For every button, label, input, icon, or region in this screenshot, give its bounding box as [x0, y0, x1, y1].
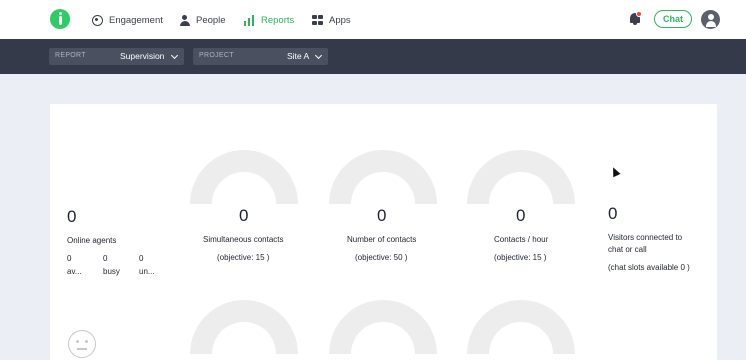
project-select-label: PROJECT	[199, 52, 234, 59]
number-of-contacts-label: Number of contacts	[347, 235, 417, 244]
chat-slots-available: (chat slots available 0 )	[608, 263, 690, 272]
notification-dot	[636, 11, 642, 17]
chat-button[interactable]: Chat	[654, 10, 692, 28]
report-select[interactable]: REPORT Supervision	[49, 48, 184, 65]
contacts-per-hour-objective: (objective: 15 )	[494, 253, 547, 262]
target-icon	[92, 14, 103, 26]
online-agents-count: 0	[67, 207, 77, 226]
grid-icon	[312, 14, 323, 26]
number-of-contacts-value: 0	[377, 206, 387, 225]
agents-available-label: av...	[67, 267, 82, 276]
user-avatar[interactable]	[701, 10, 720, 29]
number-of-contacts-objective: (objective: 50 )	[355, 253, 408, 262]
top-navigation: Engagement People Reports Apps Chat	[0, 0, 746, 39]
project-select[interactable]: PROJECT Site A	[193, 48, 328, 65]
agents-unavailable-count: 0	[139, 254, 144, 263]
nav-item-label: Apps	[329, 14, 351, 26]
bar-chart-icon	[244, 14, 255, 26]
visitors-connected-label-line2: chat or call	[608, 245, 647, 254]
notifications-bell-icon[interactable]	[629, 11, 642, 26]
visitors-connected-value: 0	[608, 204, 618, 223]
agents-unavailable-label: un...	[139, 267, 155, 276]
nav-item-label: People	[196, 14, 226, 26]
gauge-row2-1	[190, 300, 298, 354]
nav-item-label: Engagement	[109, 14, 163, 26]
person-icon	[179, 14, 190, 26]
agents-busy-label: busy	[103, 267, 120, 276]
contacts-per-hour-label: Contacts / hour	[494, 235, 549, 244]
nav-item-engagement[interactable]: Engagement	[92, 12, 163, 28]
filter-bar: REPORT Supervision PROJECT Site A	[0, 39, 746, 74]
gauge-row2-2	[329, 300, 437, 354]
simultaneous-contacts-label: Simultaneous contacts	[203, 235, 284, 244]
report-select-value: Supervision	[120, 51, 165, 61]
number-of-contacts-gauge	[329, 150, 437, 204]
nav-item-label: Reports	[261, 14, 295, 26]
chevron-down-icon	[170, 51, 179, 60]
visitors-connected-label-line1: Visitors connected to	[608, 233, 683, 242]
app-logo-icon[interactable]	[50, 9, 70, 29]
simultaneous-contacts-value: 0	[239, 206, 249, 225]
neutral-face-icon	[68, 330, 96, 358]
project-select-value: Site A	[287, 51, 310, 61]
gauge-row2-3	[467, 300, 575, 354]
agents-busy-count: 0	[103, 254, 108, 263]
contacts-per-hour-value: 0	[516, 206, 526, 225]
nav-item-apps[interactable]: Apps	[312, 12, 351, 28]
simultaneous-contacts-objective: (objective: 15 )	[217, 253, 270, 262]
agents-available-count: 0	[67, 254, 72, 263]
contacts-per-hour-gauge	[467, 150, 575, 204]
report-select-label: REPORT	[55, 52, 86, 59]
chevron-down-icon	[314, 51, 323, 60]
online-agents-label: Online agents	[67, 236, 117, 245]
nav-item-reports[interactable]: Reports	[244, 12, 294, 28]
nav-item-people[interactable]: People	[179, 12, 226, 28]
simultaneous-contacts-gauge	[190, 150, 298, 204]
